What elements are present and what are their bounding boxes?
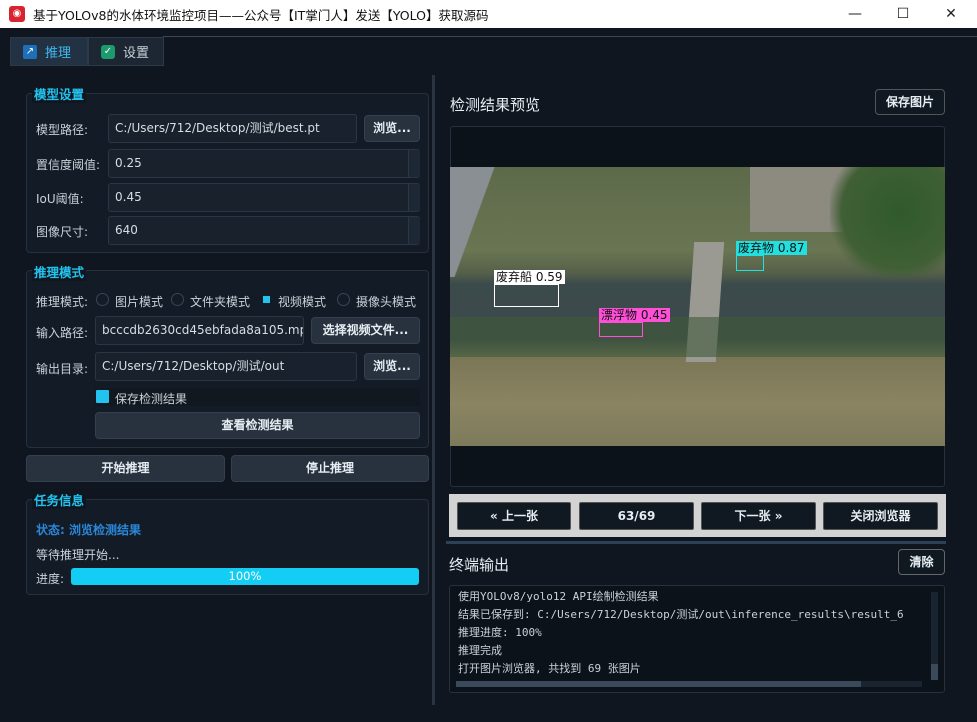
horizontal-scrollbar[interactable]	[456, 681, 922, 687]
check-icon: ✓	[101, 44, 115, 59]
iou-label: IoU阈值:	[36, 192, 84, 206]
model-path-label: 模型路径:	[36, 123, 89, 137]
prev-image-button[interactable]: « 上一张	[457, 502, 571, 530]
detection-label: 废弃物 0.87	[736, 241, 807, 255]
save-results-label: 保存检测结果	[115, 392, 188, 406]
progress-label: 进度:	[36, 572, 65, 586]
trees	[830, 167, 945, 277]
output-browse-button[interactable]: 浏览...	[364, 353, 420, 380]
window-title: 基于YOLOv8的水体环境监控项目——公众号【IT掌门人】发送【YOLO】获取源…	[33, 7, 489, 23]
clear-button[interactable]: 清除	[898, 549, 945, 575]
conf-spin-arrows[interactable]	[408, 150, 420, 177]
size-spinbox[interactable]: 640	[108, 216, 420, 245]
terminal-output: 使用YOLOv8/yolo12 API绘制检测结果 结果已保存到: C:/Use…	[449, 585, 945, 693]
radio-image-mode[interactable]	[96, 293, 109, 306]
save-results-checkbox[interactable]	[96, 390, 109, 403]
conf-label: 置信度阈值:	[36, 158, 101, 172]
road	[450, 167, 520, 277]
radio-video-mode[interactable]	[263, 296, 270, 303]
progress-text: 100%	[228, 569, 262, 583]
progress-bar: 100%	[71, 568, 419, 585]
output-dir-label: 输出目录:	[36, 362, 89, 376]
close-button[interactable]: ✕	[928, 0, 974, 28]
vertical-scrollbar[interactable]	[931, 592, 938, 680]
select-video-button[interactable]: 选择视频文件...	[311, 317, 420, 344]
tab-settings[interactable]: ✓ 设置	[88, 37, 164, 66]
stop-inference-button[interactable]: 停止推理	[231, 455, 429, 482]
size-label: 图像尺寸:	[36, 225, 89, 239]
view-results-button[interactable]: 查看检测结果	[95, 412, 420, 439]
output-dir-input[interactable]: C:/Users/712/Desktop/测试/out	[95, 352, 357, 381]
scrollbar-thumb[interactable]	[931, 664, 938, 680]
detection-box	[494, 284, 559, 307]
preview-title: 检测结果预览	[450, 96, 541, 114]
scrollbar-thumb[interactable]	[456, 681, 861, 687]
detection-label: 漂浮物 0.45	[599, 308, 670, 322]
size-spin-arrows[interactable]	[408, 217, 420, 244]
save-image-button[interactable]: 保存图片	[875, 89, 945, 115]
radio-label: 视频模式	[278, 295, 327, 309]
splitter-horizontal[interactable]	[446, 541, 946, 544]
iou-spinbox[interactable]: 0.45	[108, 183, 420, 212]
mode-label: 推理模式:	[36, 295, 89, 309]
tab-label: 推理	[45, 46, 72, 61]
model-browse-button[interactable]: 浏览...	[364, 115, 420, 142]
close-browser-button[interactable]: 关闭浏览器	[823, 502, 938, 530]
input-path-input[interactable]: bcccdb2630cd45ebfada8a105.mp4	[95, 316, 304, 345]
radio-label: 摄像头模式	[356, 295, 417, 309]
group-title: 任务信息	[32, 490, 87, 509]
app-logo-icon: ◉	[9, 6, 25, 22]
iou-spin-arrows[interactable]	[408, 184, 420, 211]
tab-label: 设置	[123, 46, 150, 61]
model-path-input[interactable]: C:/Users/712/Desktop/测试/best.pt	[108, 114, 357, 143]
terminal-line: 推理完成	[458, 644, 502, 657]
status-message: 等待推理开始...	[36, 548, 120, 562]
detection-box	[736, 255, 764, 271]
detection-label: 废弃船 0.59	[494, 270, 565, 284]
radio-label: 文件夹模式	[190, 295, 251, 309]
radio-label: 图片模式	[115, 295, 164, 309]
riverbank	[450, 317, 945, 357]
maximize-button[interactable]: ☐	[880, 0, 926, 28]
next-image-button[interactable]: 下一张 »	[701, 502, 816, 530]
radio-camera-mode[interactable]	[337, 293, 350, 306]
panel-splitter[interactable]	[432, 75, 435, 705]
minimize-button[interactable]: —	[832, 0, 878, 28]
group-title: 推理模式	[32, 262, 87, 281]
radio-folder-mode[interactable]	[171, 293, 184, 306]
terminal-line: 结果已保存到: C:/Users/712/Desktop/测试/out\infe…	[458, 608, 904, 621]
detection-box	[599, 322, 643, 337]
image-counter: 63/69	[579, 502, 694, 530]
tab-inference[interactable]: ↗ 推理	[10, 37, 88, 66]
status-text: 状态: 浏览检测结果	[36, 523, 141, 537]
group-title: 模型设置	[32, 84, 87, 103]
detection-image: 废弃船 0.59 漂浮物 0.45 废弃物 0.87	[450, 167, 945, 446]
chart-icon: ↗	[23, 44, 37, 59]
conf-spinbox[interactable]: 0.25	[108, 149, 420, 178]
tab-bar-line	[163, 36, 977, 37]
terminal-line: 推理进度: 100%	[458, 626, 542, 639]
terminal-line: 使用YOLOv8/yolo12 API绘制检测结果	[458, 590, 659, 603]
input-path-label: 输入路径:	[36, 326, 89, 340]
terminal-title: 终端输出	[449, 556, 510, 574]
title-bar: ◉ 基于YOLOv8的水体环境监控项目——公众号【IT掌门人】发送【YOLO】获…	[0, 0, 977, 28]
start-inference-button[interactable]: 开始推理	[26, 455, 225, 482]
terminal-line: 打开图片浏览器, 共找到 69 张图片	[458, 662, 641, 675]
